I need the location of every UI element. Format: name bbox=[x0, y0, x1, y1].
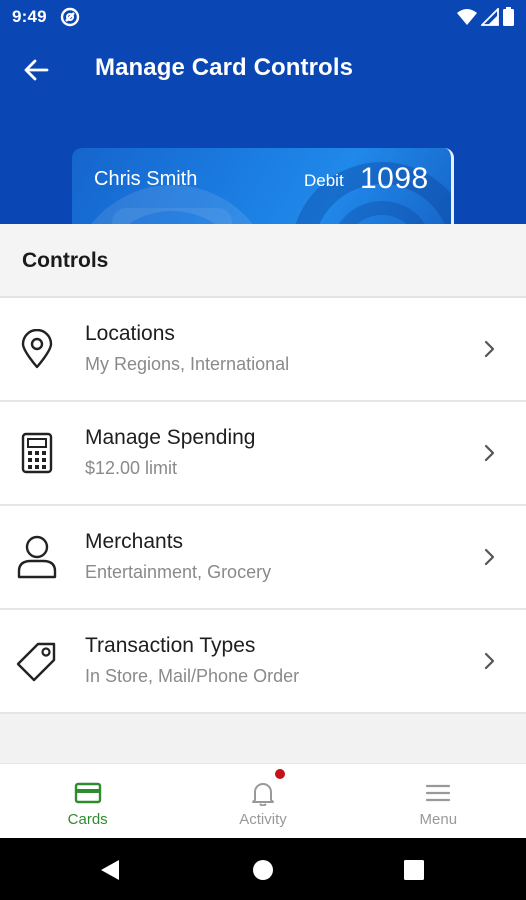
header: 9:49 Manage Card Controls Chris Smith De… bbox=[0, 0, 526, 224]
nav-label: Cards bbox=[67, 811, 108, 828]
card-icon bbox=[73, 780, 103, 806]
notification-dot bbox=[275, 769, 285, 779]
system-navigation-bar bbox=[0, 838, 526, 900]
card-holder-name: Chris Smith bbox=[94, 168, 198, 190]
control-title: Transaction Types bbox=[85, 634, 256, 657]
wifi-icon bbox=[457, 8, 477, 25]
system-home-button[interactable] bbox=[249, 856, 277, 884]
nav-tab-cards[interactable]: Cards bbox=[0, 764, 175, 838]
status-bar: 9:49 bbox=[0, 0, 526, 34]
control-subtitle: Entertainment, Grocery bbox=[85, 562, 272, 582]
chevron-right-icon bbox=[484, 340, 495, 358]
circle-home-icon bbox=[253, 860, 273, 880]
nav-tab-activity[interactable]: Activity bbox=[175, 764, 350, 838]
debit-card[interactable]: Chris Smith Debit 1098 bbox=[72, 148, 454, 224]
control-title: Manage Spending bbox=[85, 426, 256, 449]
system-back-button[interactable] bbox=[96, 856, 124, 884]
triangle-back-icon bbox=[101, 860, 119, 880]
page-title: Manage Card Controls bbox=[95, 54, 354, 81]
control-item-locations[interactable]: Locations My Regions, International bbox=[0, 298, 526, 402]
chevron-right-icon bbox=[484, 444, 495, 462]
nav-tab-menu[interactable]: Menu bbox=[351, 764, 526, 838]
control-title: Merchants bbox=[85, 530, 184, 553]
menu-icon bbox=[423, 780, 453, 806]
square-recents-icon bbox=[404, 860, 424, 880]
control-subtitle: $12.00 limit bbox=[85, 458, 178, 478]
back-button[interactable] bbox=[14, 48, 58, 92]
app-bar: Manage Card Controls bbox=[0, 40, 526, 100]
signal-icon bbox=[481, 7, 499, 26]
chevron-right-icon bbox=[484, 652, 495, 670]
bottom-navigation: Cards Activity Menu bbox=[0, 763, 526, 838]
back-arrow-icon bbox=[24, 59, 49, 81]
battery-icon bbox=[503, 7, 514, 26]
nav-label: Menu bbox=[419, 811, 458, 828]
controls-section-header: Controls bbox=[0, 224, 526, 298]
app-notification-icon bbox=[60, 7, 80, 27]
card-type: Debit bbox=[304, 171, 344, 190]
control-subtitle: In Store, Mail/Phone Order bbox=[85, 666, 300, 686]
chevron-right-icon bbox=[484, 548, 495, 566]
card-last-four: 1098 bbox=[360, 162, 429, 195]
status-time: 9:49 bbox=[12, 7, 47, 26]
controls-list: Locations My Regions, International Mana… bbox=[0, 298, 526, 714]
control-title: Locations bbox=[85, 322, 175, 345]
control-item-merchants[interactable]: Merchants Entertainment, Grocery bbox=[0, 506, 526, 610]
nav-label: Activity bbox=[239, 811, 287, 828]
person-icon bbox=[12, 532, 62, 582]
tag-icon bbox=[12, 636, 62, 686]
bell-icon bbox=[248, 780, 278, 806]
control-item-transaction-types[interactable]: Transaction Types In Store, Mail/Phone O… bbox=[0, 610, 526, 714]
location-pin-icon bbox=[12, 324, 62, 374]
calculator-icon bbox=[12, 428, 62, 478]
control-subtitle: My Regions, International bbox=[85, 354, 290, 374]
section-title: Controls bbox=[22, 249, 109, 272]
status-icons bbox=[457, 7, 514, 26]
control-item-manage-spending[interactable]: Manage Spending $12.00 limit bbox=[0, 402, 526, 506]
system-recents-button[interactable] bbox=[400, 856, 428, 884]
